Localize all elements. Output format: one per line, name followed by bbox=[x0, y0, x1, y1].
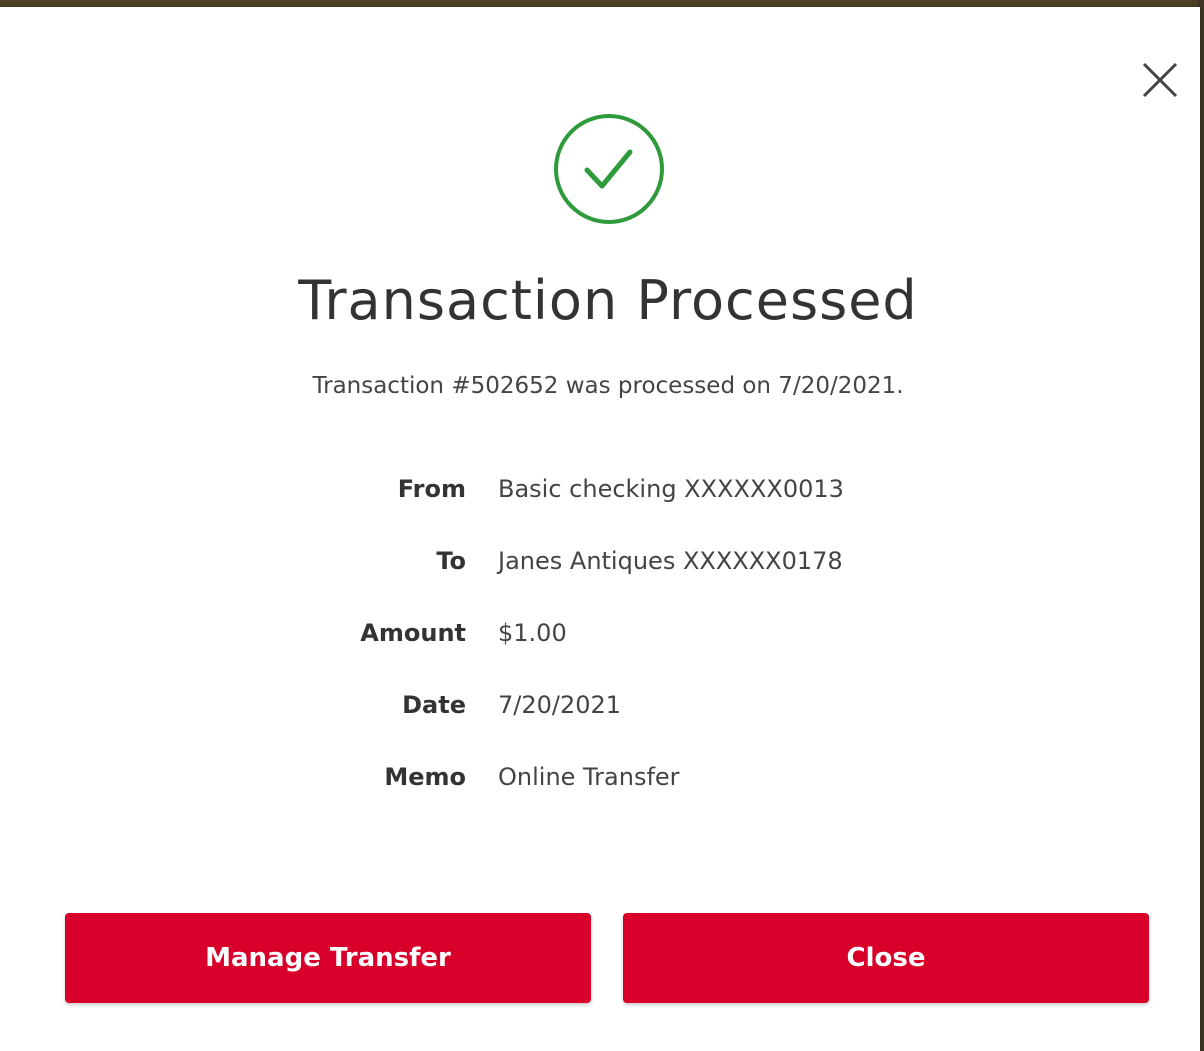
detail-row-date: Date 7/20/2021 bbox=[0, 691, 1200, 731]
close-button[interactable]: Close bbox=[623, 913, 1149, 1003]
page-title: Transaction Processed bbox=[298, 269, 918, 332]
detail-value: Basic checking XXXXXX0013 bbox=[498, 475, 844, 503]
detail-label: Date bbox=[402, 691, 466, 719]
close-icon[interactable] bbox=[1140, 60, 1180, 100]
detail-row-memo: Memo Online Transfer bbox=[0, 763, 1200, 803]
detail-row-amount: Amount $1.00 bbox=[0, 619, 1200, 659]
detail-label: To bbox=[436, 547, 466, 575]
detail-row-to: To Janes Antiques XXXXXX0178 bbox=[0, 547, 1200, 587]
detail-label: Memo bbox=[384, 763, 466, 791]
detail-row-from: From Basic checking XXXXXX0013 bbox=[0, 475, 1200, 515]
transaction-summary: Transaction #502652 was processed on 7/2… bbox=[312, 373, 904, 399]
detail-value: Online Transfer bbox=[498, 763, 680, 791]
detail-label: Amount bbox=[360, 619, 466, 647]
detail-value: Janes Antiques XXXXXX0178 bbox=[498, 547, 843, 575]
transaction-modal: Transaction Processed Transaction #50265… bbox=[0, 7, 1200, 1051]
detail-label: From bbox=[397, 475, 466, 503]
manage-transfer-button[interactable]: Manage Transfer bbox=[65, 913, 591, 1003]
detail-value: $1.00 bbox=[498, 619, 567, 647]
detail-value: 7/20/2021 bbox=[498, 691, 622, 719]
check-circle-icon bbox=[552, 112, 666, 226]
